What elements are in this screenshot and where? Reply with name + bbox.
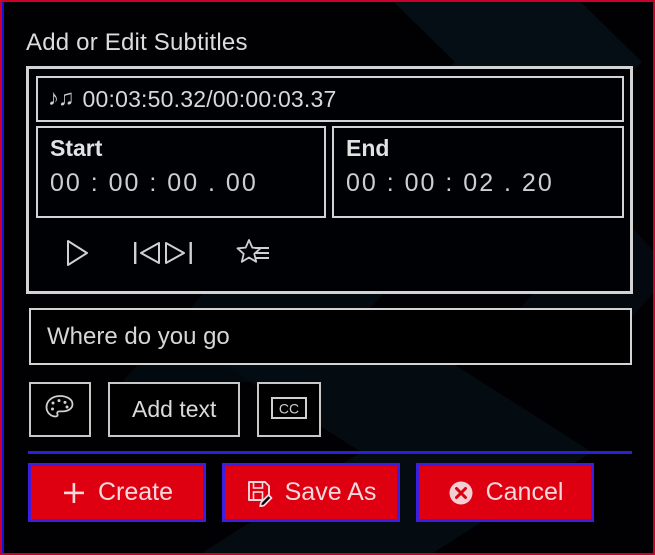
palette-icon [44, 393, 76, 426]
transport-controls [36, 222, 624, 284]
cc-icon: CC [270, 395, 308, 424]
save-as-label: Save As [284, 478, 377, 506]
timecode-display: ♪♫ 00:03:50.32/00:00:03.37 [36, 76, 624, 122]
save-as-button[interactable]: Save As [222, 463, 400, 522]
closed-captions-button[interactable]: CC [257, 382, 322, 437]
play-button[interactable] [62, 236, 92, 270]
timing-panel: ♪♫ 00:03:50.32/00:00:03.37 Start 00 : 00… [26, 66, 633, 294]
save-pencil-icon [246, 479, 274, 507]
circle-x-icon [447, 479, 475, 507]
cancel-label: Cancel [485, 478, 564, 506]
mark-favorite-button[interactable] [234, 235, 272, 271]
svg-text:CC: CC [279, 401, 299, 417]
end-time-value[interactable]: 00 : 00 : 02 . 20 [346, 169, 622, 198]
cancel-button[interactable]: Cancel [416, 463, 594, 522]
add-text-button[interactable]: Add text [108, 382, 241, 437]
create-label: Create [97, 478, 174, 506]
start-time-value[interactable]: 00 : 00 : 00 . 00 [50, 169, 324, 198]
action-buttons: Create Save As Cancel [28, 463, 594, 522]
subtitle-editor-window: Add or Edit Subtitles ♪♫ 00:03:50.32/00:… [0, 0, 655, 555]
music-note-icon: ♪♫ [48, 85, 74, 110]
palette-button[interactable] [29, 382, 91, 437]
footer-separator [28, 451, 632, 454]
prev-next-frame-icon [132, 238, 194, 268]
subtitle-text-input[interactable] [29, 308, 632, 365]
frame-step-button[interactable] [130, 236, 196, 270]
dialog-title: Add or Edit Subtitles [26, 29, 248, 56]
add-text-label: Add text [132, 396, 217, 422]
timecode-value: 00:03:50.32/00:00:03.37 [82, 85, 337, 112]
start-time-field[interactable]: Start 00 : 00 : 00 . 00 [36, 126, 326, 218]
play-icon [64, 238, 90, 268]
end-time-field[interactable]: End 00 : 00 : 02 . 20 [332, 126, 624, 218]
tool-row: Add text CC [29, 382, 322, 437]
plus-icon [61, 480, 87, 506]
end-time-label: End [346, 135, 390, 161]
start-time-label: Start [50, 135, 103, 161]
create-button[interactable]: Create [28, 463, 206, 522]
star-list-icon [236, 237, 270, 269]
